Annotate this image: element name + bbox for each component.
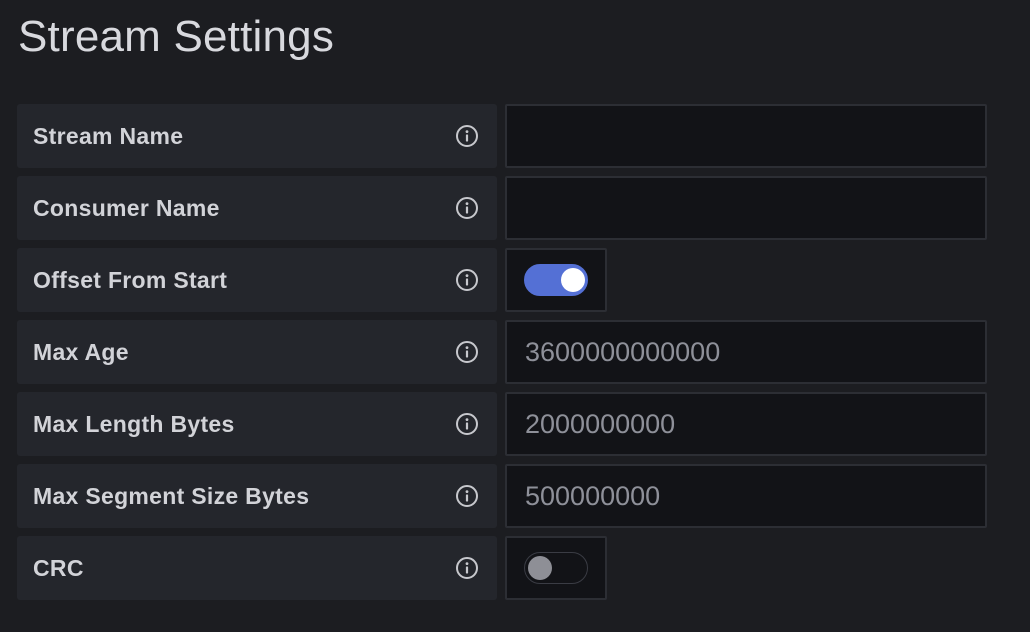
field-label-cell: CRC (17, 536, 497, 600)
offset-from-start-label: Offset From Start (33, 267, 228, 293)
info-circle-icon[interactable] (455, 196, 479, 220)
toggle-knob (561, 268, 585, 292)
field-label-cell: Stream Name (17, 104, 497, 168)
info-circle-icon[interactable] (455, 412, 479, 436)
max-length-bytes-input-wrapper (505, 392, 987, 456)
field-label-cell: Max Length Bytes (17, 392, 497, 456)
info-circle-icon[interactable] (455, 556, 479, 580)
max-segment-size-bytes-input-wrapper (505, 464, 987, 528)
offset-from-start-switch-wrapper (505, 248, 607, 312)
field-label-cell: Max Age (17, 320, 497, 384)
field-label-cell: Offset From Start (17, 248, 497, 312)
max-age-label: Max Age (33, 339, 129, 365)
crc-switch-wrapper (505, 536, 607, 600)
consumer-name-input-wrapper (505, 176, 987, 240)
max-age-input-wrapper (505, 320, 987, 384)
max-segment-size-bytes-label: Max Segment Size Bytes (33, 483, 310, 509)
consumer-name-label: Consumer Name (33, 195, 220, 221)
consumer-name-input[interactable] (507, 178, 985, 238)
stream-name-input-wrapper (505, 104, 987, 168)
max-length-bytes-input[interactable] (507, 394, 985, 454)
page-title: Stream Settings (18, 12, 335, 61)
crc-toggle[interactable] (524, 552, 588, 584)
max-segment-size-bytes-input[interactable] (507, 466, 985, 526)
field-label-cell: Consumer Name (17, 176, 497, 240)
stream-name-label: Stream Name (33, 123, 184, 149)
max-age-input[interactable] (507, 322, 985, 382)
info-circle-icon[interactable] (455, 484, 479, 508)
info-circle-icon[interactable] (455, 124, 479, 148)
max-length-bytes-label: Max Length Bytes (33, 411, 235, 437)
crc-label: CRC (33, 555, 84, 581)
info-circle-icon[interactable] (455, 268, 479, 292)
toggle-knob (528, 556, 552, 580)
info-circle-icon[interactable] (455, 340, 479, 364)
stream-name-input[interactable] (507, 106, 985, 166)
offset-from-start-toggle[interactable] (524, 264, 588, 296)
field-label-cell: Max Segment Size Bytes (17, 464, 497, 528)
